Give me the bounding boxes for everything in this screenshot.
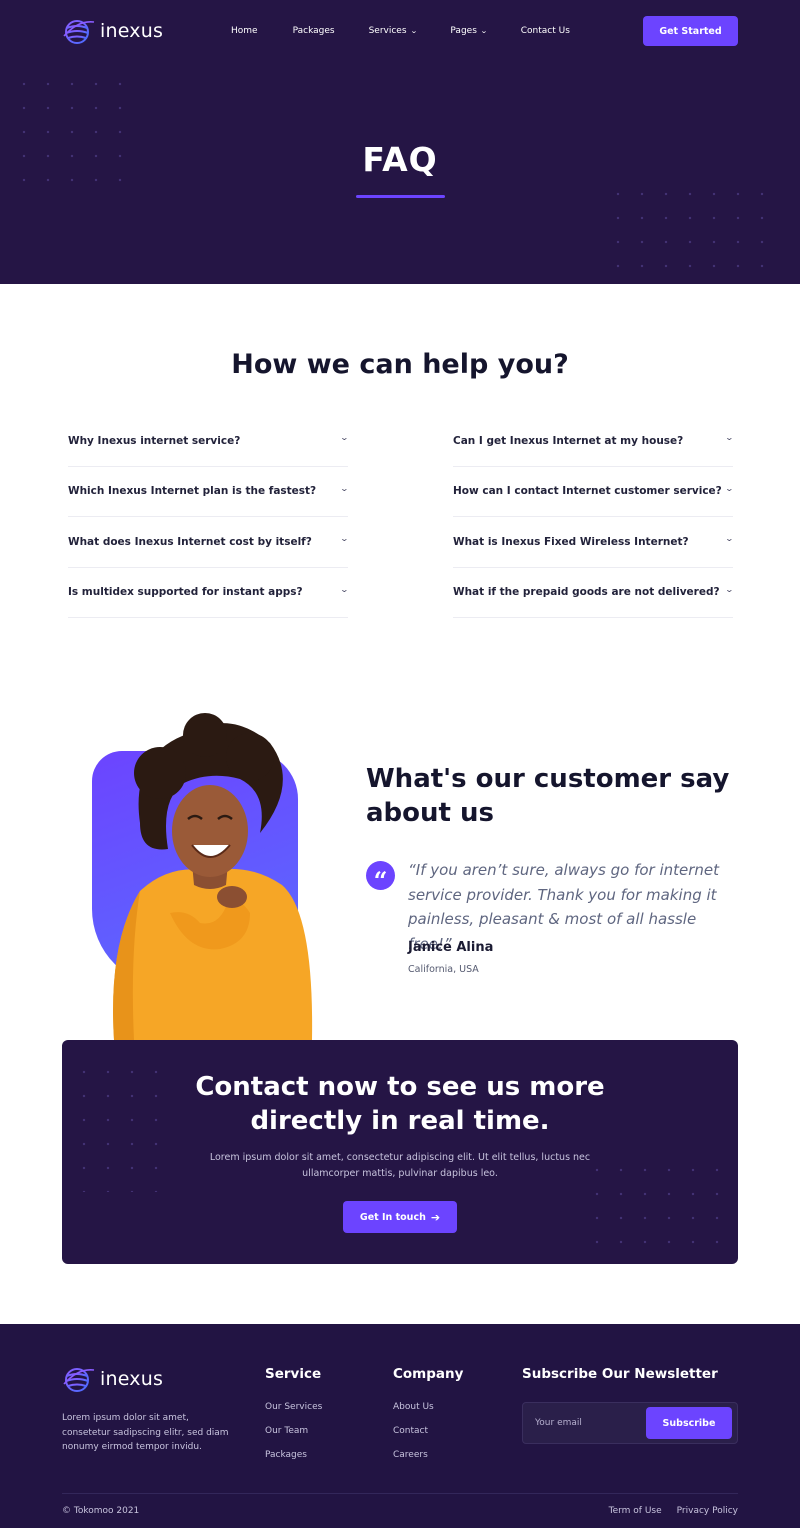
copyright: © Tokomoo 2021	[62, 1506, 140, 1516]
chevron-down-icon: ⌄	[339, 584, 350, 594]
footer: inexus Lorem ipsum dolor sit amet, conse…	[0, 1324, 800, 1528]
quote-icon: “	[366, 861, 395, 892]
newsletter-title: Subscribe Our Newsletter	[522, 1366, 718, 1382]
faq-item[interactable]: Why Inexus internet service? ⌄	[68, 416, 350, 467]
footer-link[interactable]: Packages	[265, 1450, 322, 1474]
faq-question: What is Inexus Fixed Wireless Internet?	[453, 535, 689, 548]
customer-location: California, USA	[408, 964, 479, 975]
main-nav: inexus Home Packages Services ⌄ Pages ⌄ Co…	[62, 16, 738, 46]
faq-item[interactable]: What does Inexus Internet cost by itself…	[68, 517, 350, 568]
title-underline	[356, 195, 445, 198]
dot-pattern	[12, 72, 138, 198]
nav-item-home[interactable]: Home	[231, 26, 258, 36]
logo-text: inexus	[100, 1368, 164, 1390]
cta-title: Contact now to see us more directly in re…	[195, 1072, 605, 1136]
hero-section: inexus Home Packages Services ⌄ Pages ⌄ Co…	[0, 0, 800, 284]
chevron-down-icon: ⌄	[480, 27, 488, 35]
footer-company-title: Company	[393, 1366, 464, 1382]
footer-link[interactable]: Careers	[393, 1450, 434, 1474]
newsletter-form: Subscribe	[522, 1402, 738, 1444]
faq-question: What if the prepaid goods are not delive…	[453, 586, 720, 599]
faq-item[interactable]: What is Inexus Fixed Wireless Internet? ⌄	[453, 517, 735, 568]
nav-item-pages[interactable]: Pages ⌄	[450, 26, 488, 36]
chevron-down-icon: ⌄	[724, 433, 735, 443]
footer-description: Lorem ipsum dolor sit amet, consetetur s…	[62, 1413, 229, 1452]
faq-item[interactable]: Is multidex supported for instant apps? ⌄	[68, 568, 350, 618]
nav-item-contact-us[interactable]: Contact Us	[521, 26, 570, 36]
nav-links: Home Packages Services ⌄ Pages ⌄ Contact U…	[231, 16, 570, 46]
customer-photo	[113, 713, 313, 1040]
faq-question: How can I contact Internet customer serv…	[453, 485, 722, 498]
faq-question: Can I get Inexus Internet at my house?	[453, 434, 684, 447]
dot-pattern	[606, 182, 782, 284]
logo-text: inexus	[100, 20, 164, 42]
faq-item[interactable]: How can I contact Internet customer serv…	[453, 467, 735, 517]
contact-cta-banner: Contact now to see us more directly in re…	[62, 1040, 738, 1264]
faq-question: Which Inexus Internet plan is the fastes…	[68, 485, 317, 498]
chevron-down-icon: ⌄	[724, 534, 735, 544]
faq-column-right: Can I get Inexus Internet at my house? ⌄ …	[453, 416, 735, 618]
arrow-right-icon: ➔	[430, 1210, 441, 1224]
faq-item[interactable]: Which Inexus Internet plan is the fastes…	[68, 467, 350, 517]
cta-description: Lorem ipsum dolor sit amet, consectetur …	[209, 1152, 591, 1179]
faq-item[interactable]: What if the prepaid goods are not delive…	[453, 568, 735, 618]
chevron-down-icon: ⌄	[409, 27, 418, 35]
testimonial-heading: What's our customer say about us	[366, 764, 730, 828]
faq-question: Is multidex supported for instant apps?	[68, 586, 303, 599]
footer-bottom-links: Term of Use Privacy Policy	[594, 1506, 738, 1516]
footer-link[interactable]: Our Services	[265, 1402, 322, 1426]
page-title: FAQ	[362, 140, 438, 179]
globe-logo-icon	[63, 20, 95, 44]
chevron-down-icon: ⌄	[339, 483, 350, 493]
email-input[interactable]	[535, 1413, 645, 1433]
footer-service-links: Our Services Our Team Packages	[265, 1402, 322, 1474]
customer-name: Janice Alina	[408, 940, 494, 955]
privacy-link[interactable]: Privacy Policy	[677, 1506, 738, 1516]
nav-item-packages[interactable]: Packages	[293, 26, 335, 36]
faq-item[interactable]: Can I get Inexus Internet at my house? ⌄	[453, 416, 735, 467]
footer-logo[interactable]: inexus	[62, 1364, 163, 1394]
dot-pattern	[585, 1158, 738, 1254]
terms-link[interactable]: Term of Use	[609, 1506, 662, 1516]
faq-title: How we can help you?	[231, 349, 569, 380]
footer-company-links: About Us Contact Careers	[393, 1402, 434, 1474]
subscribe-button[interactable]: Subscribe	[646, 1407, 732, 1439]
faq-column-left: Why Inexus internet service? ⌄ Which Inex…	[68, 416, 350, 618]
footer-divider	[62, 1493, 738, 1494]
footer-link[interactable]: About Us	[393, 1402, 434, 1426]
chevron-down-icon: ⌄	[339, 534, 350, 544]
nav-item-services[interactable]: Services ⌄	[369, 26, 418, 36]
globe-logo-icon	[63, 1368, 95, 1392]
get-started-button[interactable]: Get Started	[643, 16, 738, 46]
faq-question: What does Inexus Internet cost by itself…	[68, 535, 312, 548]
footer-link[interactable]: Our Team	[265, 1426, 322, 1450]
footer-link[interactable]: Contact	[393, 1426, 434, 1450]
chevron-down-icon: ⌄	[724, 483, 735, 493]
get-in-touch-button[interactable]: Get In touch ➔	[343, 1201, 457, 1233]
faq-question: Why Inexus internet service?	[68, 434, 241, 447]
footer-service-title: Service	[265, 1366, 322, 1382]
chevron-down-icon: ⌄	[339, 433, 350, 443]
chevron-down-icon: ⌄	[724, 584, 735, 594]
logo[interactable]: inexus	[62, 16, 163, 46]
